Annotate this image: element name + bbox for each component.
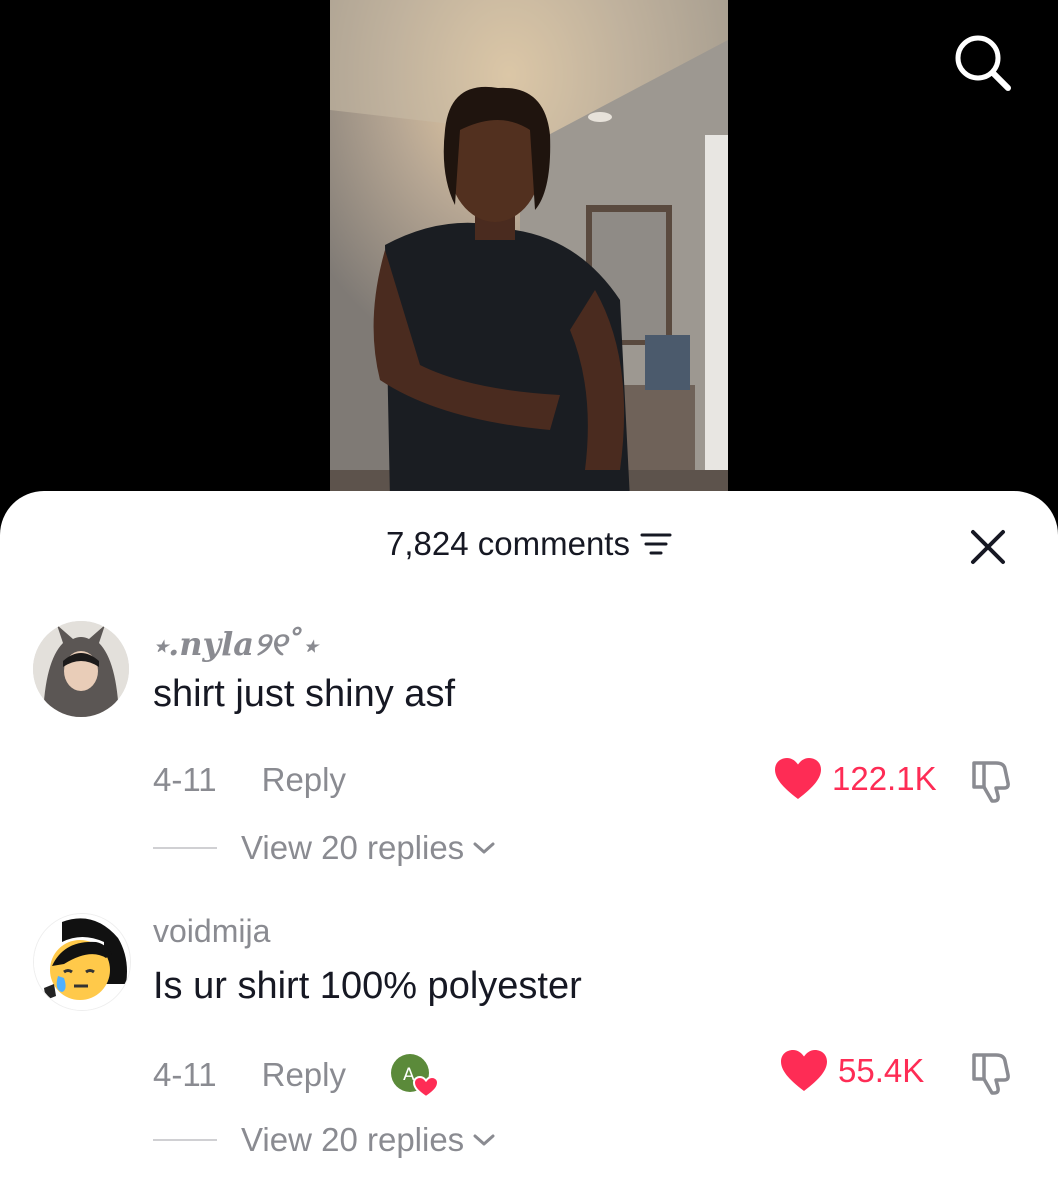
view-replies-label: View 20 replies xyxy=(241,829,465,866)
dislike-icon[interactable] xyxy=(966,1047,1016,1097)
filter-icon xyxy=(640,533,672,555)
comment-text: shirt just shiny asf xyxy=(153,673,455,715)
view-replies-label: View 20 replies xyxy=(241,1121,465,1158)
like-button[interactable]: 122.1K xyxy=(774,757,937,801)
comment-date: 4-11 xyxy=(153,1056,217,1093)
comment-username[interactable]: voidmija xyxy=(153,913,270,950)
view-replies-button[interactable]: View 20 replies xyxy=(153,829,496,867)
heart-icon xyxy=(781,1050,827,1091)
comment-text: Is ur shirt 100% polyester xyxy=(153,965,582,1007)
like-count: 55.4K xyxy=(838,1052,925,1089)
comment-count-button[interactable]: 7,824 comments xyxy=(386,525,672,563)
creator-avatar-heart-icon: A xyxy=(390,1054,439,1099)
reply-button[interactable]: Reply xyxy=(262,761,346,799)
avatar[interactable] xyxy=(33,913,131,1011)
view-replies-button[interactable]: View 20 replies xyxy=(153,1121,496,1159)
like-count: 122.1K xyxy=(832,760,937,797)
heart-icon xyxy=(775,758,821,799)
dislike-icon[interactable] xyxy=(966,755,1016,805)
comment-username[interactable]: ⋆.𝒏𝒚𝒍𝒂୨୧˚⋆ xyxy=(153,625,318,664)
comment-date: 4-11 xyxy=(153,761,217,798)
comment-meta: 4-11 Reply A xyxy=(153,1053,439,1099)
like-button[interactable]: 55.4K xyxy=(780,1049,924,1093)
chevron-down-icon xyxy=(473,1134,495,1146)
comments-header: 7,824 comments xyxy=(0,525,1058,569)
avatar[interactable] xyxy=(33,621,129,717)
video-player[interactable] xyxy=(330,0,728,500)
search-icon[interactable] xyxy=(950,30,1014,94)
comments-sheet: 7,824 comments ⋆.𝒏𝒚𝒍𝒂୨୧˚⋆ shirt just shi… xyxy=(0,491,1058,1200)
creator-liked-badge: A xyxy=(390,1053,439,1099)
chevron-down-icon xyxy=(473,842,495,854)
app-screen: 7,824 comments ⋆.𝒏𝒚𝒍𝒂୨୧˚⋆ shirt just shi… xyxy=(0,0,1058,1200)
video-thumbnail xyxy=(330,0,728,500)
reply-divider xyxy=(153,847,217,849)
comment-meta: 4-11 Reply xyxy=(153,761,346,799)
close-icon[interactable] xyxy=(968,527,1008,567)
comment-count-label: 7,824 comments xyxy=(386,525,630,562)
reply-divider xyxy=(153,1139,217,1141)
reply-button[interactable]: Reply xyxy=(262,1056,346,1094)
